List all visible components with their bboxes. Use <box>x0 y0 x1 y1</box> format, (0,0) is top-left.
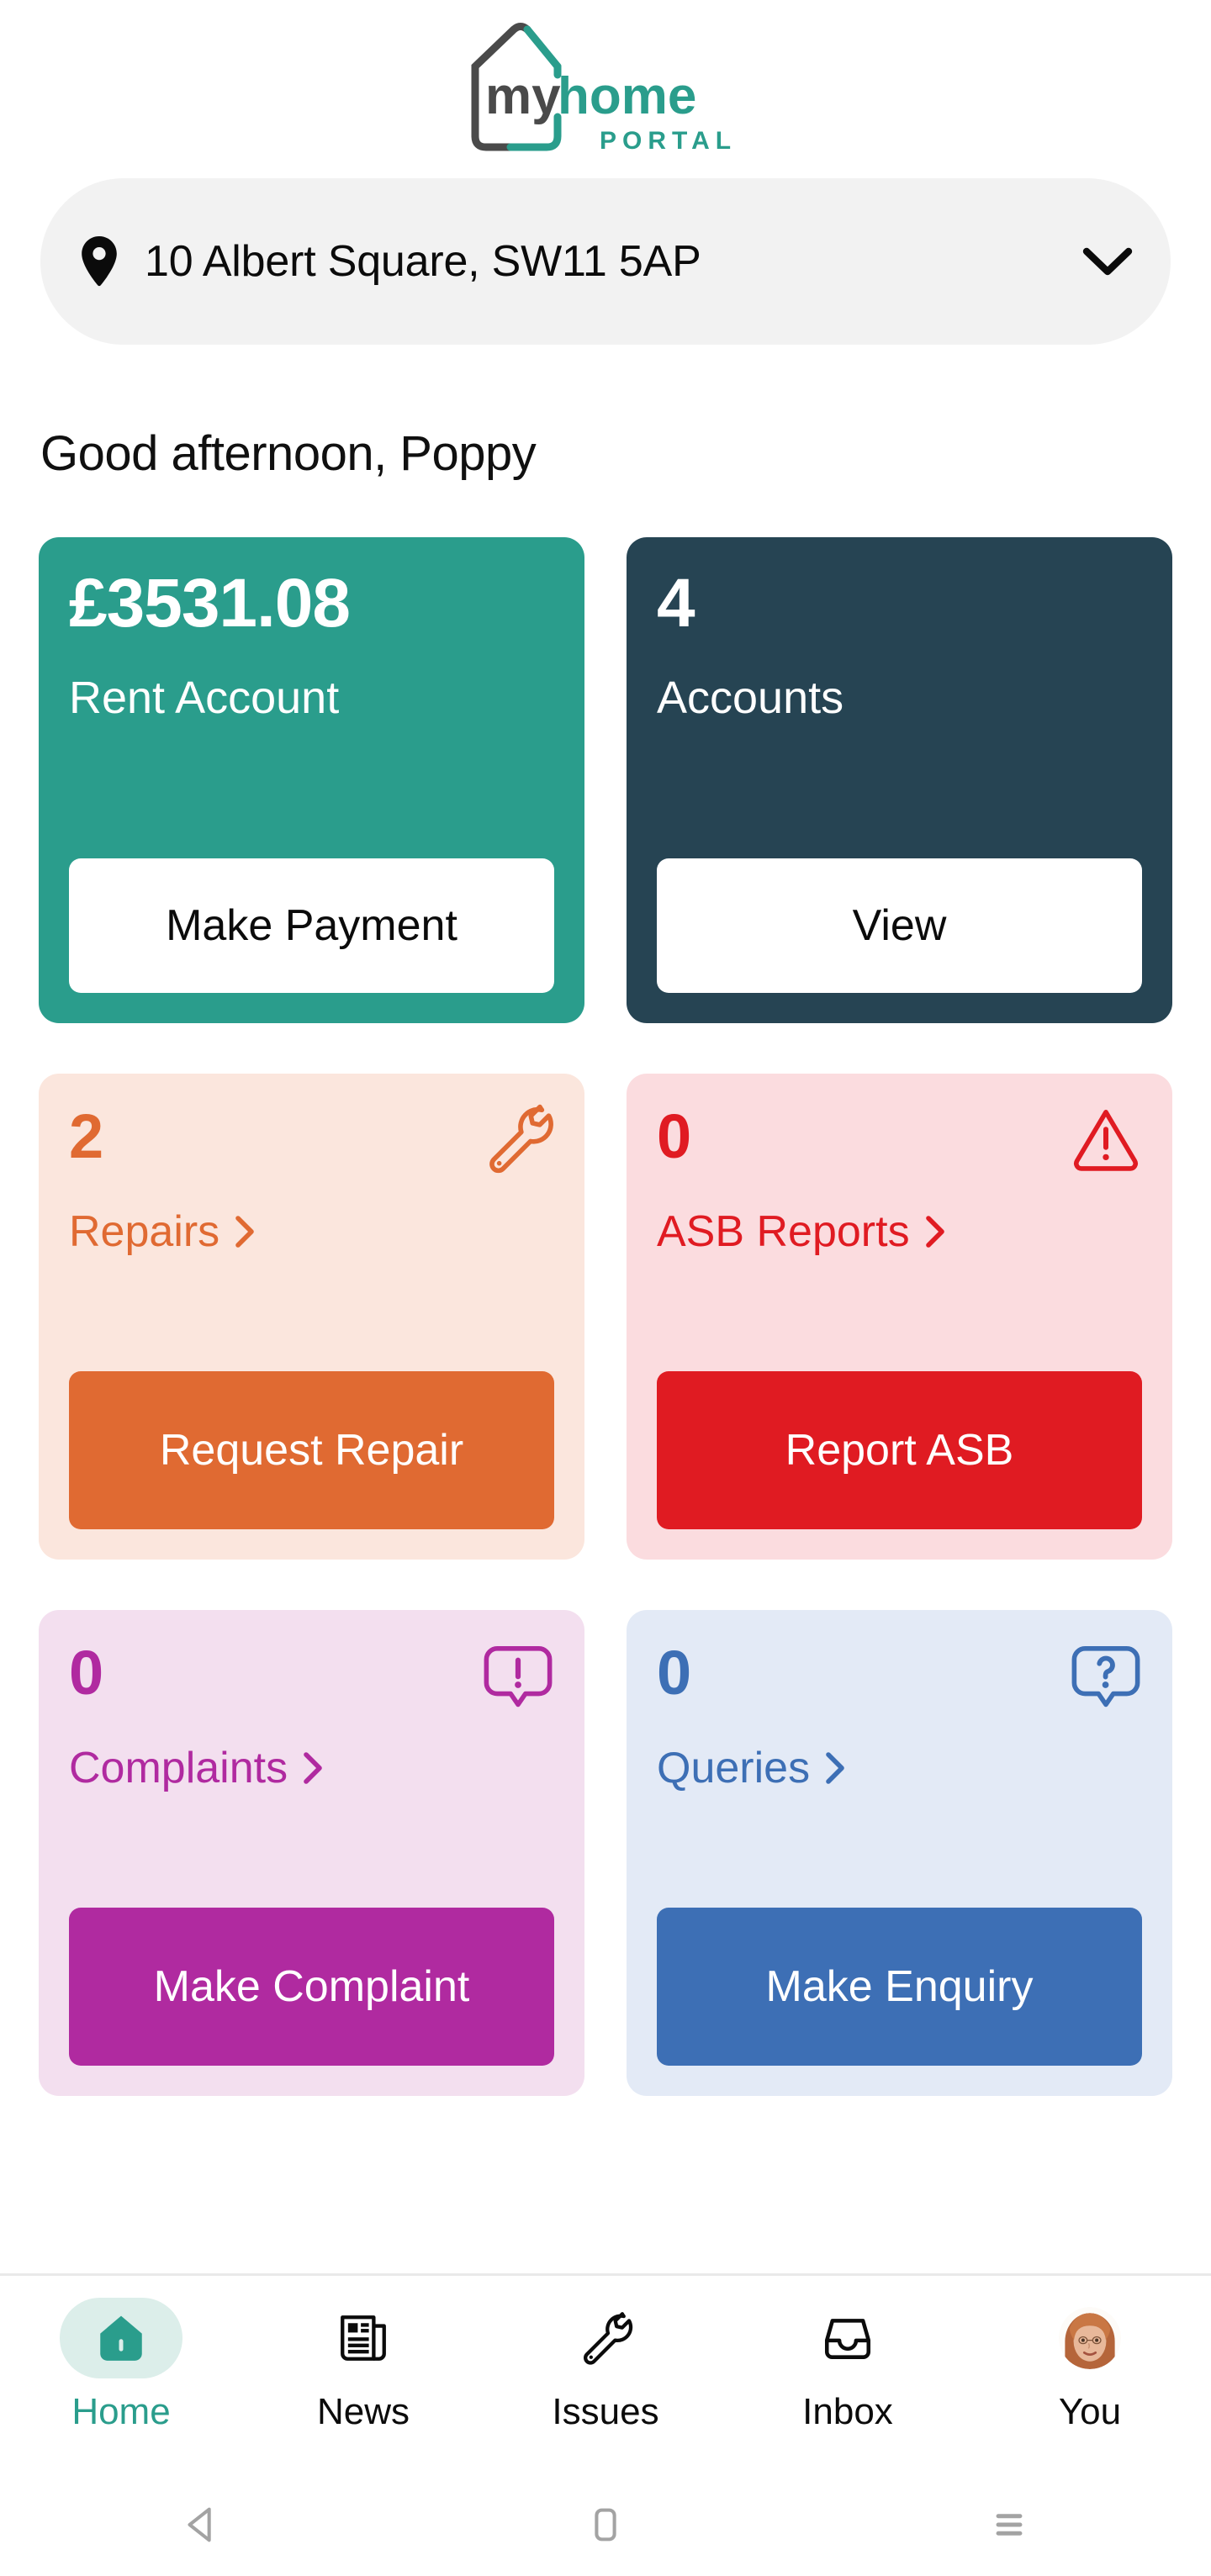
wrench-icon <box>482 1102 554 1175</box>
address-selector-area: 10 Albert Square, SW11 5AP <box>0 178 1211 345</box>
accounts-label: Accounts <box>657 675 1142 721</box>
app-screen: my home PORTAL 10 Albert Square, SW11 5A… <box>0 0 1211 2576</box>
hamburger-recents-icon <box>986 2502 1032 2547</box>
system-recents-button[interactable] <box>807 2502 1211 2547</box>
card-rent-account[interactable]: £3531.08 Rent Account Make Payment <box>39 537 584 1023</box>
content-spacer <box>0 2096 1211 2273</box>
avatar <box>1059 2307 1121 2369</box>
queries-card-top: 0 <box>657 1642 1142 1711</box>
repairs-label: Repairs <box>69 1210 219 1254</box>
complaints-label: Complaints <box>69 1746 288 1790</box>
speech-bubble-alert-icon <box>482 1639 554 1711</box>
chevron-right-icon <box>235 1215 256 1248</box>
logo-my-text: my <box>485 67 561 125</box>
nav-issues-label: Issues <box>552 2394 658 2431</box>
app-header: my home PORTAL <box>0 0 1211 178</box>
nav-inbox-icon-box <box>786 2298 909 2378</box>
make-payment-button[interactable]: Make Payment <box>69 858 554 993</box>
queries-link[interactable]: Queries <box>657 1746 1142 1790</box>
repairs-count-value: 2 <box>69 1106 103 1168</box>
queries-count-value: 0 <box>657 1642 690 1704</box>
request-repair-button[interactable]: Request Repair <box>69 1371 554 1529</box>
make-enquiry-button[interactable]: Make Enquiry <box>657 1908 1142 2066</box>
nav-issues-icon-box <box>544 2298 667 2378</box>
report-asb-button[interactable]: Report ASB <box>657 1371 1142 1529</box>
rent-balance-value: £3531.08 <box>69 569 554 638</box>
nav-item-you[interactable]: You <box>969 2298 1211 2431</box>
chevron-right-icon <box>925 1215 947 1248</box>
asb-count-value: 0 <box>657 1106 690 1168</box>
card-queries[interactable]: 0 Queries Make Enquiry <box>627 1610 1172 2096</box>
asb-link[interactable]: ASB Reports <box>657 1210 1142 1254</box>
nav-home-icon-box <box>60 2298 182 2378</box>
rent-account-label: Rent Account <box>69 675 554 721</box>
address-selector[interactable]: 10 Albert Square, SW11 5AP <box>40 178 1171 345</box>
bottom-navigation: Home News <box>0 2273 1211 2473</box>
complaints-link[interactable]: Complaints <box>69 1746 554 1790</box>
queries-label: Queries <box>657 1746 810 1790</box>
triangle-back-icon <box>179 2502 225 2547</box>
card-repairs[interactable]: 2 Repairs Request Repair <box>39 1074 584 1560</box>
nav-item-news[interactable]: News <box>242 2298 484 2431</box>
view-accounts-button[interactable]: View <box>657 858 1142 993</box>
rounded-square-home-icon <box>583 2502 628 2547</box>
nav-news-label: News <box>317 2394 410 2431</box>
repairs-card-top: 2 <box>69 1106 554 1175</box>
make-complaint-button[interactable]: Make Complaint <box>69 1908 554 2066</box>
android-system-navigation <box>0 2473 1211 2576</box>
logo-portal-text: PORTAL <box>600 127 737 155</box>
dashboard-card-grid: £3531.08 Rent Account Make Payment 4 Acc… <box>0 482 1211 2096</box>
newspaper-icon <box>336 2310 391 2366</box>
myhome-portal-logo: my home PORTAL <box>450 16 761 163</box>
logo-home-text: home <box>558 67 696 125</box>
repairs-link[interactable]: Repairs <box>69 1210 554 1254</box>
location-pin-icon <box>79 236 119 287</box>
nav-item-home[interactable]: Home <box>0 2298 242 2431</box>
address-value: 10 Albert Square, SW11 5AP <box>145 236 1081 287</box>
nav-item-issues[interactable]: Issues <box>484 2298 727 2431</box>
inbox-tray-icon <box>820 2310 875 2366</box>
nav-you-icon-box <box>1029 2298 1151 2378</box>
wrench-icon <box>578 2310 633 2366</box>
asb-label: ASB Reports <box>657 1210 910 1254</box>
nav-home-label: Home <box>71 2394 170 2431</box>
card-asb-reports[interactable]: 0 ASB Reports Report ASB <box>627 1074 1172 1560</box>
speech-bubble-question-icon <box>1070 1639 1142 1711</box>
card-accounts[interactable]: 4 Accounts View <box>627 537 1172 1023</box>
system-back-button[interactable] <box>0 2502 404 2547</box>
greeting-text: Good afternoon, Poppy <box>0 345 1211 482</box>
house-icon <box>93 2310 149 2366</box>
chevron-down-icon[interactable] <box>1081 245 1134 278</box>
chevron-right-icon <box>825 1751 847 1785</box>
complaints-count-value: 0 <box>69 1642 103 1704</box>
asb-card-top: 0 <box>657 1106 1142 1175</box>
accounts-count-value: 4 <box>657 569 1142 638</box>
card-complaints[interactable]: 0 Complaints Make Complaint <box>39 1610 584 2096</box>
chevron-right-icon <box>303 1751 325 1785</box>
nav-news-icon-box <box>302 2298 425 2378</box>
complaints-card-top: 0 <box>69 1642 554 1711</box>
nav-you-label: You <box>1059 2394 1121 2431</box>
nav-item-inbox[interactable]: Inbox <box>727 2298 969 2431</box>
system-home-button[interactable] <box>404 2502 807 2547</box>
nav-inbox-label: Inbox <box>802 2394 893 2431</box>
warning-triangle-icon <box>1070 1102 1142 1175</box>
